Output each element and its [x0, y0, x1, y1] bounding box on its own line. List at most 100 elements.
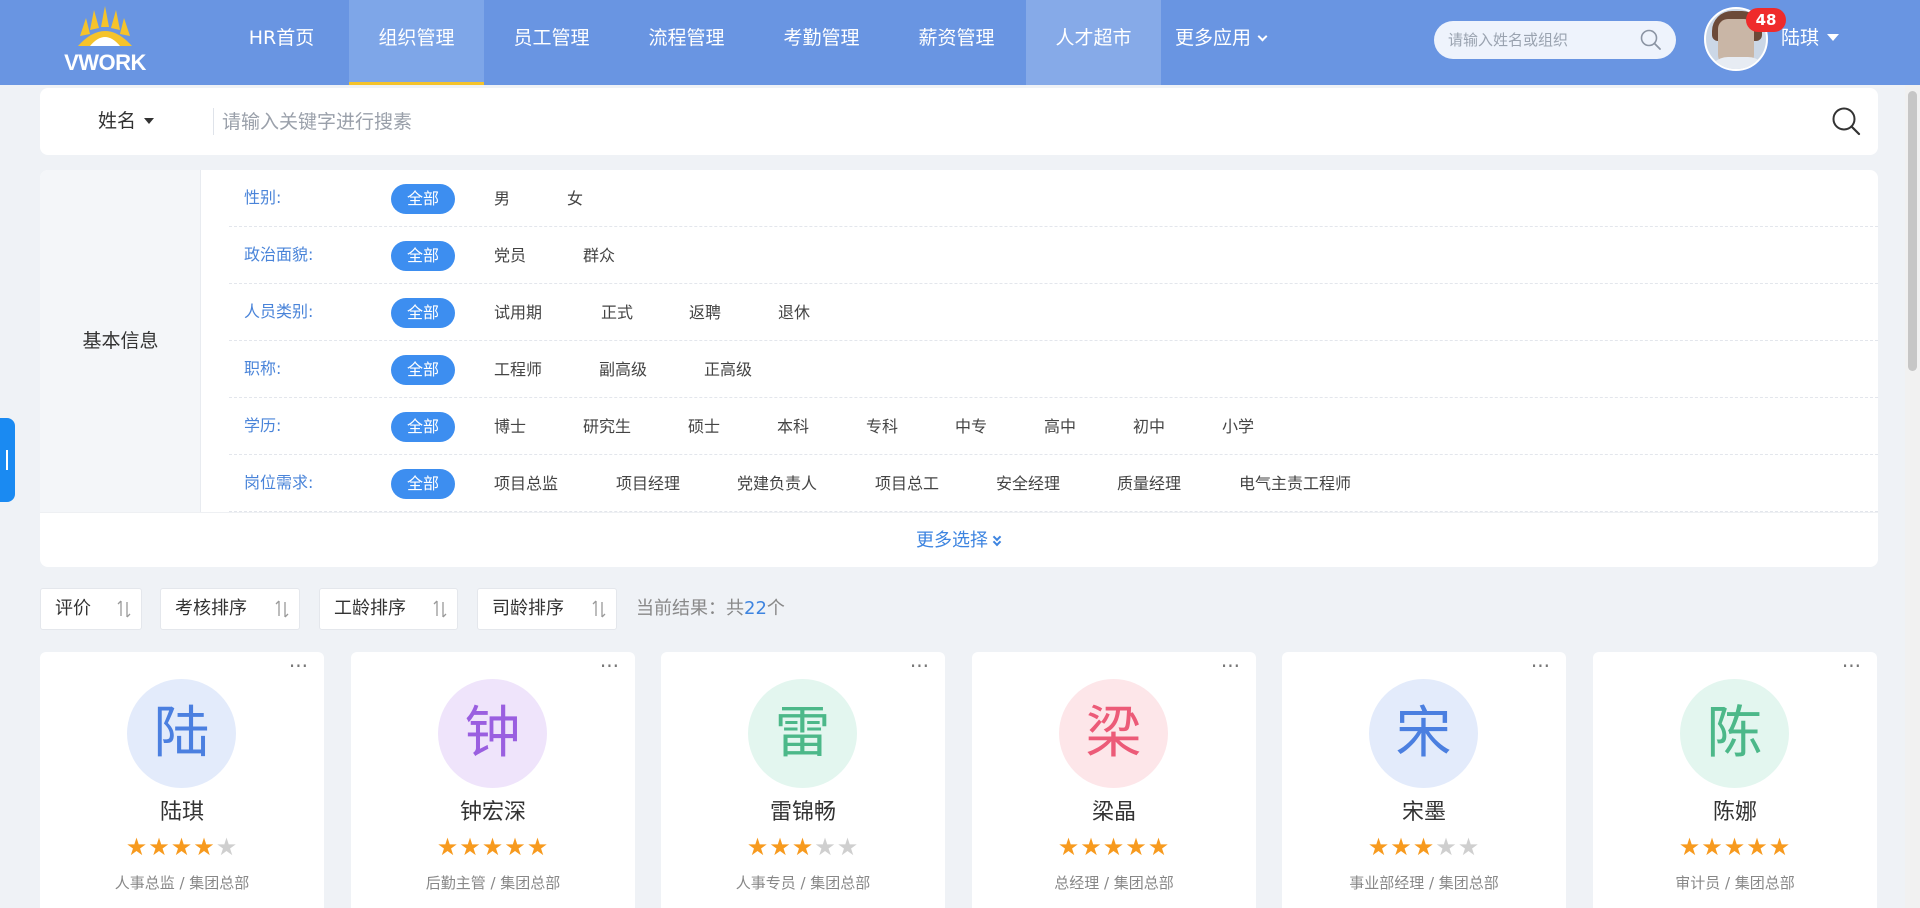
filter-option-all[interactable]: 全部 [391, 412, 456, 442]
nav-talent-market[interactable]: 人才超市 [1026, 0, 1161, 85]
filter-option[interactable]: 返聘 [689, 298, 721, 328]
filter-option[interactable]: 初中 [1133, 412, 1165, 442]
filter-row-position: 岗位需求: 全部 项目总监 项目经理 党建负责人 项目总工 安全经理 质量经理 … [229, 455, 1878, 512]
more-options-icon[interactable]: ··· [1221, 654, 1240, 678]
sort-by-company-years[interactable]: 司龄排序 [477, 588, 617, 630]
star-filled-icon: ★ [125, 833, 149, 861]
nav-more-apps[interactable]: 更多应用 [1175, 0, 1268, 76]
filter-option-all[interactable]: 全部 [391, 469, 456, 499]
employee-card[interactable]: ··· 陈 陈娜 ★★★★★ 审计员 / 集团总部 [1593, 652, 1877, 908]
user-menu[interactable]: 陆琪 [1781, 0, 1840, 76]
sort-arrows-icon [433, 600, 447, 618]
nav-attendance-management[interactable]: 考勤管理 [754, 0, 889, 85]
filter-option[interactable]: 工程师 [494, 355, 542, 385]
filter-option[interactable]: 群众 [583, 241, 615, 271]
filter-option[interactable]: 中专 [955, 412, 987, 442]
nav-salary-management[interactable]: 薪资管理 [889, 0, 1024, 85]
star-filled-icon: ★ [1367, 833, 1391, 861]
star-filled-icon: ★ [1678, 833, 1702, 861]
filter-option-all[interactable]: 全部 [391, 298, 456, 328]
search-field-select[interactable]: 姓名 [98, 88, 155, 155]
search-icon[interactable] [1640, 29, 1662, 51]
scrollbar-thumb[interactable] [1908, 91, 1917, 371]
employee-name: 梁晶 [1091, 800, 1136, 825]
employee-initial-avatar: 陈 [1680, 679, 1789, 788]
filter-label: 政治面貌: [244, 245, 314, 264]
filter-option[interactable]: 项目经理 [616, 469, 680, 499]
top-navbar: VWORK HR首页 组织管理 员工管理 流程管理 考勤管理 薪资管理 人才超市… [0, 0, 1920, 85]
star-filled-icon: ★ [148, 833, 171, 861]
filter-option[interactable]: 博士 [494, 412, 526, 442]
employee-name: 陈娜 [1712, 800, 1757, 825]
filter-panel: 基本信息 性别: 全部 男 女 政治面貌: 全部 党员 群众 人员类别: 全部 … [40, 170, 1878, 567]
employee-card[interactable]: ··· 梁 梁晶 ★★★★★ 总经理 / 集团总部 [972, 652, 1256, 908]
star-filled-icon: ★ [1390, 833, 1413, 861]
side-panel-toggle[interactable] [0, 418, 15, 502]
sort-by-rating[interactable]: 评价 [40, 588, 142, 630]
more-options-icon[interactable]: ··· [289, 654, 308, 678]
vwork-logo[interactable]: VWORK [50, 4, 160, 80]
filter-row-staff-category: 人员类别: 全部 试用期 正式 返聘 退休 [229, 284, 1878, 341]
top-search-input[interactable] [1448, 21, 1638, 59]
rating-stars: ★★★★★ [661, 833, 945, 861]
star-filled-icon: ★ [1102, 833, 1126, 861]
filter-option[interactable]: 退休 [778, 298, 810, 328]
divider [213, 108, 214, 135]
more-options-icon[interactable]: ··· [600, 654, 619, 678]
filter-option[interactable]: 女 [567, 184, 583, 214]
filter-option[interactable]: 正高级 [704, 355, 752, 385]
page-scrollbar[interactable] [1905, 85, 1920, 908]
filter-option[interactable]: 男 [494, 184, 510, 214]
filter-option[interactable]: 党建负责人 [737, 469, 817, 499]
star-empty-icon: ★ [836, 833, 860, 861]
filter-option[interactable]: 质量经理 [1117, 469, 1181, 499]
filter-option[interactable]: 党员 [494, 241, 526, 271]
filter-option[interactable]: 项目总监 [494, 469, 558, 499]
filter-option[interactable]: 高中 [1044, 412, 1076, 442]
more-options-icon[interactable]: ··· [1842, 654, 1861, 678]
filter-option-all[interactable]: 全部 [391, 184, 456, 214]
filter-row-political-status: 政治面貌: 全部 党员 群众 [229, 227, 1878, 284]
caret-down-icon [1827, 34, 1840, 41]
employee-card[interactable]: ··· 陆 陆琪 ★★★★★ 人事总监 / 集团总部 [40, 652, 324, 908]
notification-badge[interactable]: 48 [1746, 8, 1786, 32]
filter-option[interactable]: 研究生 [583, 412, 631, 442]
employee-role: 后勤主管 / 集团总部 [425, 874, 561, 892]
filter-option[interactable]: 正式 [601, 298, 633, 328]
filter-option-all[interactable]: 全部 [391, 355, 456, 385]
nav-employee-management[interactable]: 员工管理 [484, 0, 619, 85]
filter-option[interactable]: 副高级 [599, 355, 647, 385]
employee-card[interactable]: ··· 钟 钟宏深 ★★★★★ 后勤主管 / 集团总部 [351, 652, 635, 908]
nav-hr-home[interactable]: HR首页 [214, 0, 349, 85]
employee-card[interactable]: ··· 雷 雷锦畅 ★★★★★ 人事专员 / 集团总部 [661, 652, 945, 908]
more-options-icon[interactable]: ··· [910, 654, 929, 678]
employee-initial-avatar: 钟 [438, 679, 547, 788]
sort-by-assessment[interactable]: 考核排序 [160, 588, 300, 630]
filter-label: 学历: [244, 416, 282, 435]
filter-option-all[interactable]: 全部 [391, 241, 456, 271]
filter-option[interactable]: 安全经理 [996, 469, 1060, 499]
star-filled-icon: ★ [1125, 833, 1148, 861]
nav-org-management[interactable]: 组织管理 [349, 0, 484, 85]
sort-by-work-years[interactable]: 工龄排序 [319, 588, 458, 630]
chevron-down-icon [1257, 31, 1268, 42]
keyword-search-input[interactable] [222, 102, 1822, 142]
star-filled-icon: ★ [1412, 833, 1436, 861]
filter-option[interactable]: 本科 [777, 412, 809, 442]
filter-option[interactable]: 电气主责工程师 [1239, 469, 1351, 499]
more-filters-button[interactable]: 更多选择 [40, 512, 1878, 567]
employee-initial-avatar: 宋 [1369, 679, 1478, 788]
filter-option[interactable]: 硕士 [688, 412, 720, 442]
employee-name: 宋墨 [1401, 800, 1446, 825]
employee-card[interactable]: ··· 宋 宋墨 ★★★★★ 事业部经理 / 集团总部 [1282, 652, 1566, 908]
more-options-icon[interactable]: ··· [1531, 654, 1550, 678]
filter-row-gender: 性别: 全部 男 女 [229, 170, 1878, 227]
search-icon[interactable] [1831, 106, 1861, 136]
nav-process-management[interactable]: 流程管理 [619, 0, 754, 85]
filter-option[interactable]: 专科 [866, 412, 898, 442]
filter-option[interactable]: 项目总工 [875, 469, 939, 499]
star-filled-icon: ★ [1057, 833, 1081, 861]
more-filters-label: 更多选择 [916, 530, 988, 551]
filter-option[interactable]: 试用期 [494, 298, 542, 328]
filter-option[interactable]: 小学 [1222, 412, 1254, 442]
